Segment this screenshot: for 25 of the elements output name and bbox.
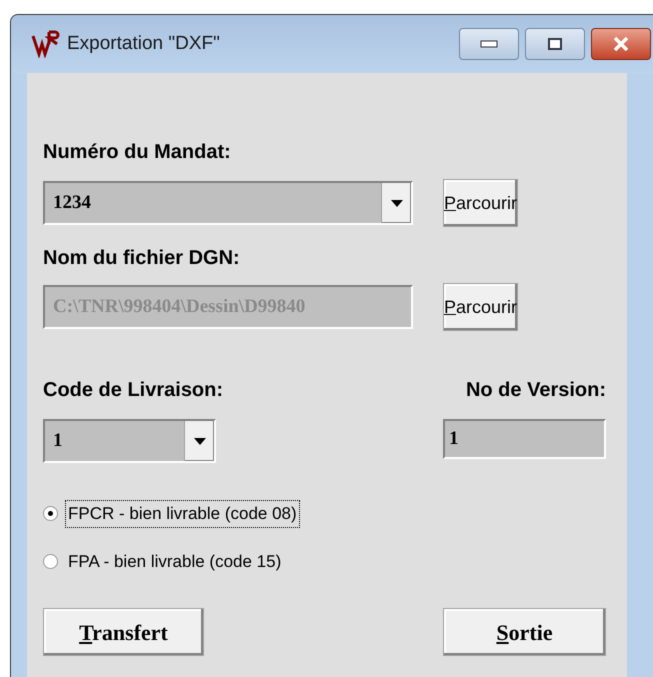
app-logo-icon <box>31 30 61 58</box>
browse-button[interactable]: Parcourir <box>443 179 518 227</box>
transfer-button[interactable]: Transfert <box>43 608 204 656</box>
dropdown-button[interactable] <box>381 183 411 223</box>
minimize-icon <box>480 40 498 48</box>
field-label: No de Version: <box>466 378 606 403</box>
delivery-code-dropdown[interactable]: 1 <box>43 419 216 463</box>
mandate-dropdown[interactable]: 1234 <box>43 181 413 225</box>
minimize-button[interactable] <box>459 28 519 60</box>
radio-label[interactable]: FPA - bien livrable (code 15) <box>66 548 284 574</box>
field-label: Nom du fichier DGN: <box>43 246 241 271</box>
close-icon <box>613 37 629 51</box>
radio-button[interactable] <box>43 554 58 569</box>
radio-label[interactable]: FPCR - bien livrable (code 08) <box>66 501 299 526</box>
maximize-button[interactable] <box>525 28 585 60</box>
close-button[interactable] <box>591 28 651 60</box>
field-label: Numéro du Mandat: <box>43 140 232 165</box>
radio-button[interactable] <box>43 506 58 522</box>
window-title: Exportation "DXF" <box>67 32 220 56</box>
caret-icon <box>390 200 402 206</box>
restore-icon <box>548 38 562 50</box>
dropdown-button[interactable] <box>184 421 214 461</box>
field-label: Code de Livraison: <box>43 378 224 403</box>
caret-icon <box>194 438 206 444</box>
exit-button[interactable]: Sortie <box>443 608 606 656</box>
